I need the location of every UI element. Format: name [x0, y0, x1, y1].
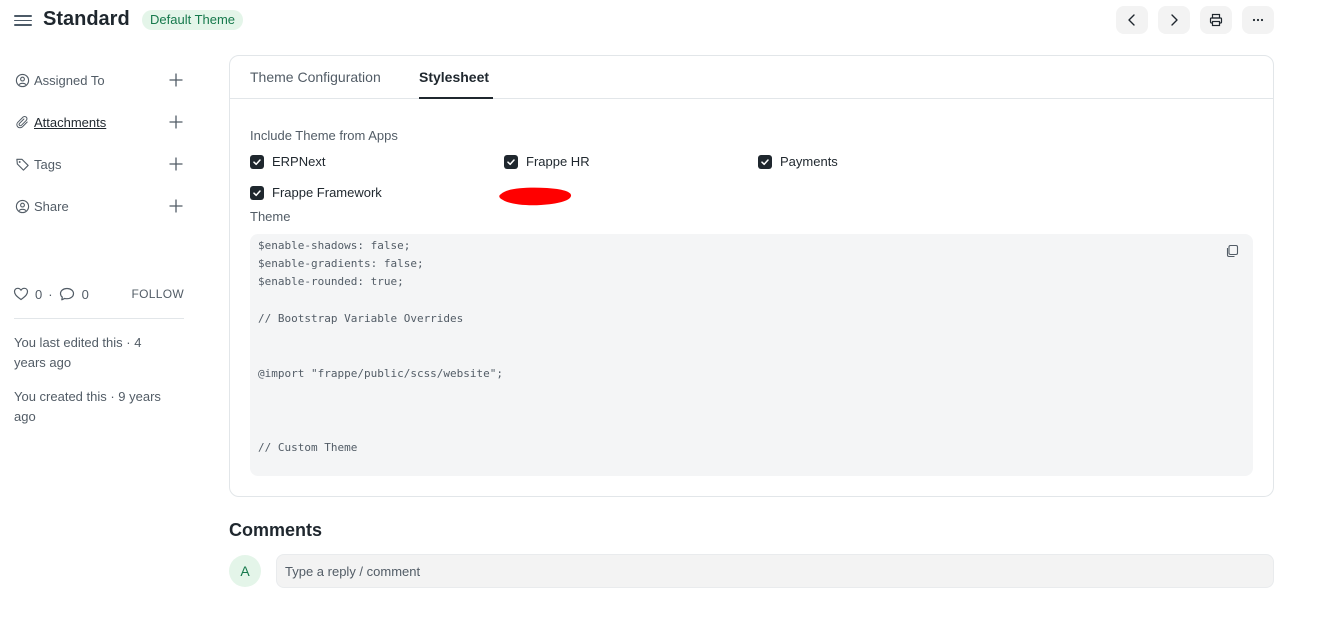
checkbox-checked-icon[interactable] [250, 154, 264, 169]
sidebar-item-label: Share [34, 198, 69, 214]
add-share-icon[interactable] [168, 198, 184, 214]
next-button[interactable] [1158, 6, 1190, 34]
form-card: Theme Configuration Stylesheet Include T… [229, 55, 1274, 497]
avatar: A [229, 555, 261, 587]
add-assignment-icon[interactable] [168, 72, 184, 88]
comment-bubble-icon[interactable] [59, 286, 75, 302]
like-count: 0 [35, 286, 43, 302]
paperclip-icon [14, 114, 30, 130]
tab-theme-configuration[interactable]: Theme Configuration [250, 69, 381, 85]
sidebar-item-attachments[interactable]: Attachments [14, 112, 184, 132]
menu-toggle-icon[interactable] [14, 12, 32, 28]
tag-icon [14, 156, 30, 172]
print-button[interactable] [1200, 6, 1232, 34]
sidebar-item-tags[interactable]: Tags [14, 154, 184, 174]
sidebar-item-share[interactable]: Share [14, 196, 184, 216]
checkbox-erpnext[interactable]: ERPNext [250, 154, 325, 169]
checkbox-label: Frappe HR [526, 154, 590, 169]
checkbox-label: Payments [780, 154, 838, 169]
more-actions-button[interactable] [1242, 6, 1274, 34]
assign-user-icon [14, 72, 30, 88]
checkbox-checked-icon[interactable] [758, 154, 772, 169]
checkbox-checked-icon[interactable] [250, 185, 264, 200]
heart-icon[interactable] [13, 286, 29, 302]
add-attachment-icon[interactable] [168, 114, 184, 130]
code-line: // Bootstrap Variable Overrides [258, 312, 464, 325]
code-line: @import "frappe/public/scss/website"; [258, 367, 504, 380]
printer-icon [1209, 13, 1223, 27]
code-line: $enable-rounded: true; [258, 275, 404, 288]
theme-label: Theme [250, 209, 291, 224]
active-tab-indicator [419, 97, 493, 99]
code-line: $enable-shadows: false; [258, 239, 411, 252]
copy-icon[interactable] [1225, 244, 1239, 258]
last-edited-note: You last edited this · 4 years ago [14, 335, 142, 370]
chevron-left-icon [1128, 14, 1135, 26]
redaction-mark [499, 187, 572, 206]
checkbox-checked-icon[interactable] [504, 154, 518, 169]
checkbox-label: ERPNext [272, 154, 326, 169]
sidebar-item-label[interactable]: Attachments [34, 115, 106, 130]
include-theme-label: Include Theme from Apps [250, 128, 398, 143]
share-user-icon [14, 198, 30, 214]
follow-button[interactable]: FOLLOW [132, 287, 184, 301]
checkbox-frappe-hr[interactable]: Frappe HR [504, 154, 590, 169]
checkbox-label: Frappe Framework [272, 185, 382, 200]
add-tag-icon[interactable] [168, 156, 184, 172]
comment-input[interactable] [276, 554, 1274, 588]
chevron-right-icon [1171, 14, 1178, 26]
code-line: $enable-gradients: false; [258, 257, 424, 270]
page-title: Standard [43, 8, 130, 30]
status-badge: Default Theme [142, 10, 244, 30]
checkbox-payments[interactable]: Payments [758, 154, 838, 169]
comment-count: 0 [81, 286, 89, 302]
tab-bar: Theme Configuration Stylesheet [230, 56, 1273, 99]
separator-dot: · [48, 286, 53, 302]
sidebar-item-label: Tags [34, 156, 62, 172]
created-note: You created this · 9 years ago [14, 389, 161, 424]
engagement-bar: 0 · 0 FOLLOW [13, 285, 184, 303]
code-line: // Custom Theme [258, 441, 358, 454]
sidebar-item-assigned-to[interactable]: Assigned To [14, 70, 184, 90]
sidebar-item-label: Assigned To [34, 72, 105, 88]
theme-code-editor[interactable]: $enable-shadows: false; $enable-gradient… [250, 234, 1253, 476]
tab-stylesheet[interactable]: Stylesheet [419, 69, 489, 85]
comments-heading: Comments [229, 520, 323, 540]
sidebar-divider [14, 318, 184, 319]
previous-button[interactable] [1116, 6, 1148, 34]
checkbox-frappe-framework[interactable]: Frappe Framework [250, 185, 382, 200]
ellipsis-icon [1252, 18, 1264, 22]
